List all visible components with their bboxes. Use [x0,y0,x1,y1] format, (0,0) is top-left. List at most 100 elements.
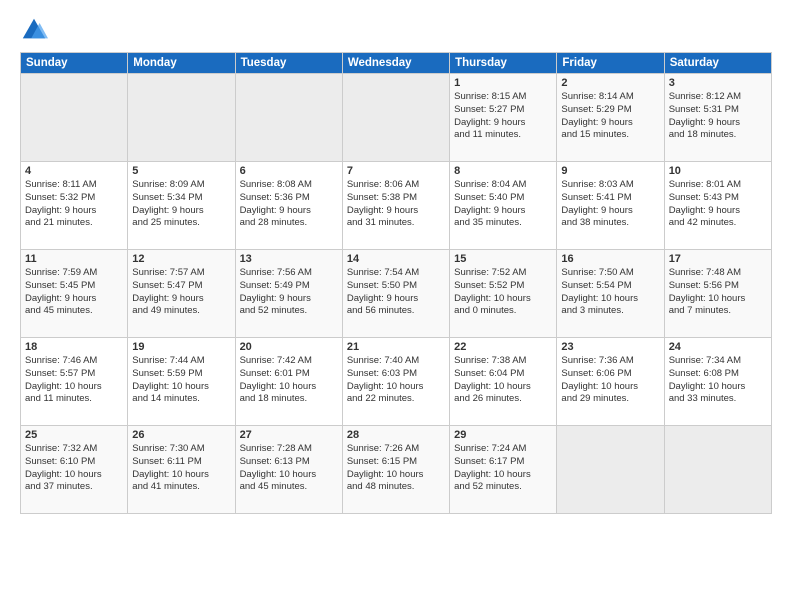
day-number: 19 [132,341,230,353]
calendar-cell: 3 Sunrise: 8:12 AM Sunset: 5:31 PM Daylig… [664,74,771,162]
calendar-cell: 25 Sunrise: 7:32 AM Sunset: 6:10 PM Dayli… [21,426,128,514]
day-info: Sunrise: 8:11 AM Sunset: 5:32 PM Dayligh… [25,179,123,230]
day-info: Sunrise: 8:12 AM Sunset: 5:31 PM Dayligh… [669,91,767,142]
day-number: 3 [669,77,767,89]
calendar-cell: 4 Sunrise: 8:11 AM Sunset: 5:32 PM Daylig… [21,162,128,250]
calendar-cell: 22Sunrise: 7:38 AM Sunset: 6:04 PM Dayli… [450,338,557,426]
calendar-cell: 8Sunrise: 8:04 AM Sunset: 5:40 PM Daylig… [450,162,557,250]
day-info: Sunrise: 7:36 AM Sunset: 6:06 PM Dayligh… [561,355,659,406]
col-header-friday: Friday [557,53,664,74]
day-number: 7 [347,165,445,177]
calendar-cell: 20Sunrise: 7:42 AM Sunset: 6:01 PM Dayli… [235,338,342,426]
day-info: Sunrise: 8:06 AM Sunset: 5:38 PM Dayligh… [347,179,445,230]
calendar-cell: 6Sunrise: 8:08 AM Sunset: 5:36 PM Daylig… [235,162,342,250]
calendar-cell: 23Sunrise: 7:36 AM Sunset: 6:06 PM Dayli… [557,338,664,426]
day-number: 15 [454,253,552,265]
day-info: Sunrise: 7:50 AM Sunset: 5:54 PM Dayligh… [561,267,659,318]
day-info: Sunrise: 7:46 AM Sunset: 5:57 PM Dayligh… [25,355,123,406]
day-number: 1 [454,77,552,89]
col-header-thursday: Thursday [450,53,557,74]
day-info: Sunrise: 7:32 AM Sunset: 6:10 PM Dayligh… [25,443,123,494]
calendar-cell: 2 Sunrise: 8:14 AM Sunset: 5:29 PM Daylig… [557,74,664,162]
col-header-sunday: Sunday [21,53,128,74]
calendar-cell: 16 Sunrise: 7:50 AM Sunset: 5:54 PM Dayli… [557,250,664,338]
col-header-tuesday: Tuesday [235,53,342,74]
calendar-cell: 29 Sunrise: 7:24 AM Sunset: 6:17 PM Dayli… [450,426,557,514]
calendar-cell: 19 Sunrise: 7:44 AM Sunset: 5:59 PM Dayli… [128,338,235,426]
day-info: Sunrise: 7:48 AM Sunset: 5:56 PM Dayligh… [669,267,767,318]
logo-icon [20,16,48,44]
day-info: Sunrise: 8:01 AM Sunset: 5:43 PM Dayligh… [669,179,767,230]
calendar-cell: 27 Sunrise: 7:28 AM Sunset: 6:13 PM Dayli… [235,426,342,514]
day-info: Sunrise: 7:44 AM Sunset: 5:59 PM Dayligh… [132,355,230,406]
day-number: 29 [454,429,552,441]
calendar-cell: 18 Sunrise: 7:46 AM Sunset: 5:57 PM Dayli… [21,338,128,426]
calendar-cell: 1 Sunrise: 8:15 AM Sunset: 5:27 PM Daylig… [450,74,557,162]
day-info: Sunrise: 7:24 AM Sunset: 6:17 PM Dayligh… [454,443,552,494]
day-info: Sunrise: 7:28 AM Sunset: 6:13 PM Dayligh… [240,443,338,494]
day-info: Sunrise: 8:15 AM Sunset: 5:27 PM Dayligh… [454,91,552,142]
day-info: Sunrise: 7:56 AM Sunset: 5:49 PM Dayligh… [240,267,338,318]
day-number: 5 [132,165,230,177]
day-info: Sunrise: 7:34 AM Sunset: 6:08 PM Dayligh… [669,355,767,406]
header [20,16,772,44]
calendar-cell [342,74,449,162]
calendar-cell: 7 Sunrise: 8:06 AM Sunset: 5:38 PM Daylig… [342,162,449,250]
day-number: 22 [454,341,552,353]
day-number: 16 [561,253,659,265]
calendar-cell: 24 Sunrise: 7:34 AM Sunset: 6:08 PM Dayli… [664,338,771,426]
day-number: 24 [669,341,767,353]
day-number: 25 [25,429,123,441]
calendar-cell: 10 Sunrise: 8:01 AM Sunset: 5:43 PM Dayli… [664,162,771,250]
day-number: 9 [561,165,659,177]
day-number: 18 [25,341,123,353]
day-number: 10 [669,165,767,177]
calendar-cell: 5 Sunrise: 8:09 AM Sunset: 5:34 PM Daylig… [128,162,235,250]
col-header-wednesday: Wednesday [342,53,449,74]
calendar-cell: 28 Sunrise: 7:26 AM Sunset: 6:15 PM Dayli… [342,426,449,514]
calendar-cell: 26 Sunrise: 7:30 AM Sunset: 6:11 PM Dayli… [128,426,235,514]
day-info: Sunrise: 7:40 AM Sunset: 6:03 PM Dayligh… [347,355,445,406]
day-info: Sunrise: 7:26 AM Sunset: 6:15 PM Dayligh… [347,443,445,494]
day-info: Sunrise: 7:59 AM Sunset: 5:45 PM Dayligh… [25,267,123,318]
day-number: 13 [240,253,338,265]
day-number: 17 [669,253,767,265]
calendar-cell [557,426,664,514]
calendar-cell: 17 Sunrise: 7:48 AM Sunset: 5:56 PM Dayli… [664,250,771,338]
calendar-cell: 13 Sunrise: 7:56 AM Sunset: 5:49 PM Dayli… [235,250,342,338]
day-info: Sunrise: 7:42 AM Sunset: 6:01 PM Dayligh… [240,355,338,406]
calendar-cell [21,74,128,162]
day-info: Sunrise: 8:09 AM Sunset: 5:34 PM Dayligh… [132,179,230,230]
calendar-cell: 15Sunrise: 7:52 AM Sunset: 5:52 PM Dayli… [450,250,557,338]
calendar-week-row: 11 Sunrise: 7:59 AM Sunset: 5:45 PM Dayli… [21,250,772,338]
day-info: Sunrise: 7:57 AM Sunset: 5:47 PM Dayligh… [132,267,230,318]
day-info: Sunrise: 8:04 AM Sunset: 5:40 PM Dayligh… [454,179,552,230]
day-number: 2 [561,77,659,89]
day-number: 11 [25,253,123,265]
calendar-cell: 9 Sunrise: 8:03 AM Sunset: 5:41 PM Daylig… [557,162,664,250]
page: SundayMondayTuesdayWednesdayThursdayFrid… [0,0,792,524]
day-number: 4 [25,165,123,177]
calendar-header-row: SundayMondayTuesdayWednesdayThursdayFrid… [21,53,772,74]
day-info: Sunrise: 7:54 AM Sunset: 5:50 PM Dayligh… [347,267,445,318]
day-number: 21 [347,341,445,353]
col-header-monday: Monday [128,53,235,74]
logo [20,16,52,44]
calendar-table: SundayMondayTuesdayWednesdayThursdayFrid… [20,52,772,514]
calendar-week-row: 1 Sunrise: 8:15 AM Sunset: 5:27 PM Daylig… [21,74,772,162]
day-number: 28 [347,429,445,441]
calendar-cell [235,74,342,162]
day-number: 6 [240,165,338,177]
day-info: Sunrise: 8:14 AM Sunset: 5:29 PM Dayligh… [561,91,659,142]
calendar-week-row: 18 Sunrise: 7:46 AM Sunset: 5:57 PM Dayli… [21,338,772,426]
calendar-cell: 11 Sunrise: 7:59 AM Sunset: 5:45 PM Dayli… [21,250,128,338]
day-info: Sunrise: 8:03 AM Sunset: 5:41 PM Dayligh… [561,179,659,230]
day-number: 26 [132,429,230,441]
day-number: 27 [240,429,338,441]
calendar-cell: 14 Sunrise: 7:54 AM Sunset: 5:50 PM Dayli… [342,250,449,338]
calendar-cell: 12Sunrise: 7:57 AM Sunset: 5:47 PM Dayli… [128,250,235,338]
day-info: Sunrise: 7:30 AM Sunset: 6:11 PM Dayligh… [132,443,230,494]
calendar-cell [128,74,235,162]
day-number: 14 [347,253,445,265]
calendar-week-row: 4 Sunrise: 8:11 AM Sunset: 5:32 PM Daylig… [21,162,772,250]
